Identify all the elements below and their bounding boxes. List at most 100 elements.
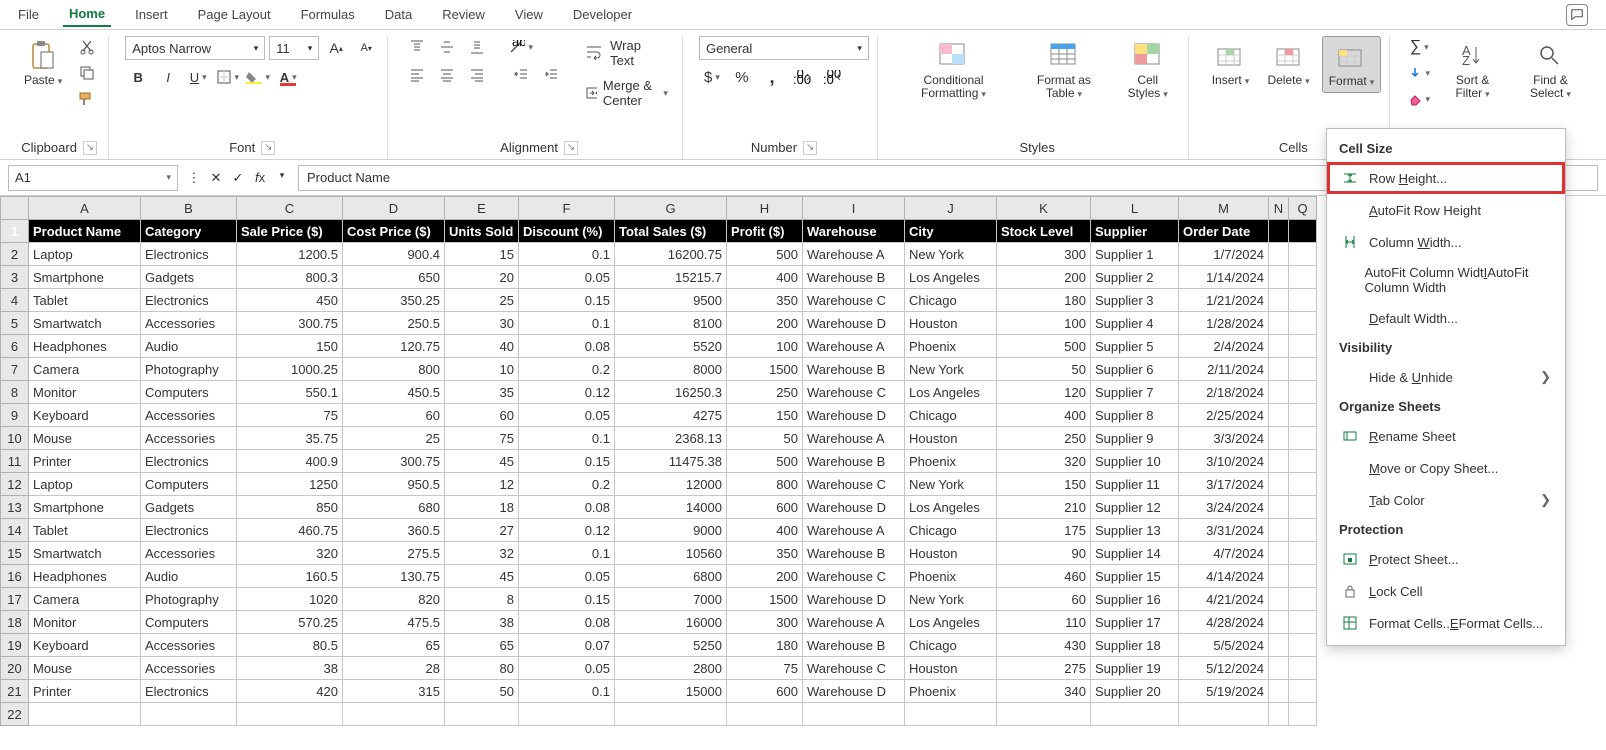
cell[interactable]: 1500	[727, 588, 803, 611]
cell[interactable]: 200	[727, 565, 803, 588]
cell[interactable]: 0.12	[519, 519, 615, 542]
cell[interactable]: 5250	[615, 634, 727, 657]
col-header-N[interactable]: N	[1269, 197, 1289, 220]
row-header[interactable]: 16	[1, 565, 29, 588]
cell[interactable]: Supplier 3	[1091, 289, 1179, 312]
row-header[interactable]: 20	[1, 657, 29, 680]
menu-item-autofit-row-height[interactable]: AutoFit Row Height	[1327, 194, 1565, 226]
decrease-decimal-button[interactable]: .00.0	[819, 66, 845, 88]
cell[interactable]: Houston	[905, 312, 997, 335]
cell[interactable]: 4/7/2024	[1179, 542, 1269, 565]
cell[interactable]: 180	[997, 289, 1091, 312]
col-header-L[interactable]: L	[1091, 197, 1179, 220]
cell[interactable]: 460.75	[237, 519, 343, 542]
name-box[interactable]: A1▾	[8, 165, 178, 191]
cell[interactable]: Los Angeles	[905, 381, 997, 404]
cell[interactable]: Supplier 4	[1091, 312, 1179, 335]
cell[interactable]: 5/5/2024	[1179, 634, 1269, 657]
wrap-text-button[interactable]: Wrap Text	[580, 36, 674, 70]
cell[interactable]: Computers	[141, 611, 237, 634]
header-cell[interactable]: Profit ($)	[727, 220, 803, 243]
cell[interactable]: 650	[343, 266, 445, 289]
cell[interactable]: 12000	[615, 473, 727, 496]
header-cell[interactable]: Stock Level	[997, 220, 1091, 243]
cell[interactable]: 8100	[615, 312, 727, 335]
cell[interactable]: 75	[445, 427, 519, 450]
cell[interactable]: Supplier 18	[1091, 634, 1179, 657]
cell[interactable]: 4/21/2024	[1179, 588, 1269, 611]
cell[interactable]: 60	[343, 404, 445, 427]
row-header[interactable]: 17	[1, 588, 29, 611]
decrease-font-icon[interactable]: A▾	[353, 37, 379, 59]
cell[interactable]: 570.25	[237, 611, 343, 634]
cell[interactable]: 400	[727, 519, 803, 542]
percent-format-button[interactable]: %	[729, 66, 755, 88]
header-cell[interactable]: Units Sold	[445, 220, 519, 243]
cell[interactable]: 0.08	[519, 611, 615, 634]
cell[interactable]: Photography	[141, 588, 237, 611]
cell[interactable]: 1020	[237, 588, 343, 611]
cell[interactable]: Supplier 17	[1091, 611, 1179, 634]
cell[interactable]: Warehouse C	[803, 565, 905, 588]
menu-item-protect-sheet[interactable]: Protect Sheet...	[1327, 543, 1565, 575]
fx-dropdown-icon[interactable]: ⋮	[184, 170, 204, 186]
col-header-K[interactable]: K	[997, 197, 1091, 220]
cell[interactable]: Phoenix	[905, 335, 997, 358]
col-header-D[interactable]: D	[343, 197, 445, 220]
sort-filter-button[interactable]: AZ Sort & Filter	[1438, 36, 1507, 104]
cell[interactable]: Computers	[141, 381, 237, 404]
cell[interactable]: 150	[997, 473, 1091, 496]
clear-button[interactable]	[1406, 88, 1432, 110]
cell[interactable]: Camera	[29, 358, 141, 381]
cell[interactable]: Electronics	[141, 289, 237, 312]
col-header-C[interactable]: C	[237, 197, 343, 220]
cell[interactable]: 350	[727, 289, 803, 312]
cell[interactable]: Electronics	[141, 243, 237, 266]
cell[interactable]: 800	[727, 473, 803, 496]
autosum-button[interactable]: ∑	[1406, 36, 1432, 58]
cell[interactable]: 475.5	[343, 611, 445, 634]
align-center-icon[interactable]	[434, 64, 460, 86]
cell[interactable]: Supplier 19	[1091, 657, 1179, 680]
cell[interactable]: Tablet	[29, 289, 141, 312]
cell[interactable]: 0.1	[519, 312, 615, 335]
cell[interactable]: 3/17/2024	[1179, 473, 1269, 496]
cell[interactable]: 1/28/2024	[1179, 312, 1269, 335]
row-header[interactable]: 21	[1, 680, 29, 703]
cell[interactable]: Supplier 2	[1091, 266, 1179, 289]
cell[interactable]: 550.1	[237, 381, 343, 404]
cell[interactable]: 38	[237, 657, 343, 680]
row-header[interactable]: 7	[1, 358, 29, 381]
font-color-button[interactable]: A	[275, 66, 301, 88]
cell[interactable]: Supplier 11	[1091, 473, 1179, 496]
cell[interactable]: 16200.75	[615, 243, 727, 266]
cell[interactable]: 35.75	[237, 427, 343, 450]
tab-developer[interactable]: Developer	[567, 3, 638, 26]
cell[interactable]: Accessories	[141, 634, 237, 657]
cell[interactable]: 0.1	[519, 542, 615, 565]
cut-button[interactable]	[74, 36, 100, 58]
cell[interactable]: 1000.25	[237, 358, 343, 381]
cell[interactable]: Warehouse A	[803, 243, 905, 266]
cell[interactable]: Warehouse A	[803, 427, 905, 450]
cell[interactable]: Warehouse B	[803, 450, 905, 473]
cell[interactable]: 200	[727, 312, 803, 335]
cell[interactable]: 1200.5	[237, 243, 343, 266]
cell[interactable]: 430	[997, 634, 1091, 657]
cell[interactable]: Warehouse C	[803, 381, 905, 404]
cell[interactable]: 130.75	[343, 565, 445, 588]
cell[interactable]: 5/12/2024	[1179, 657, 1269, 680]
bold-button[interactable]: B	[125, 66, 151, 88]
insert-cells-button[interactable]: Insert	[1205, 36, 1255, 91]
cell[interactable]: 400	[997, 404, 1091, 427]
col-header-J[interactable]: J	[905, 197, 997, 220]
cell[interactable]: 5/19/2024	[1179, 680, 1269, 703]
header-cell[interactable]: Total Sales ($)	[615, 220, 727, 243]
cell[interactable]: 65	[343, 634, 445, 657]
cell[interactable]: 0.08	[519, 496, 615, 519]
cell[interactable]: Gadgets	[141, 266, 237, 289]
cell[interactable]: 300.75	[237, 312, 343, 335]
cell[interactable]: Supplier 16	[1091, 588, 1179, 611]
cell[interactable]: 27	[445, 519, 519, 542]
cell[interactable]: 1250	[237, 473, 343, 496]
